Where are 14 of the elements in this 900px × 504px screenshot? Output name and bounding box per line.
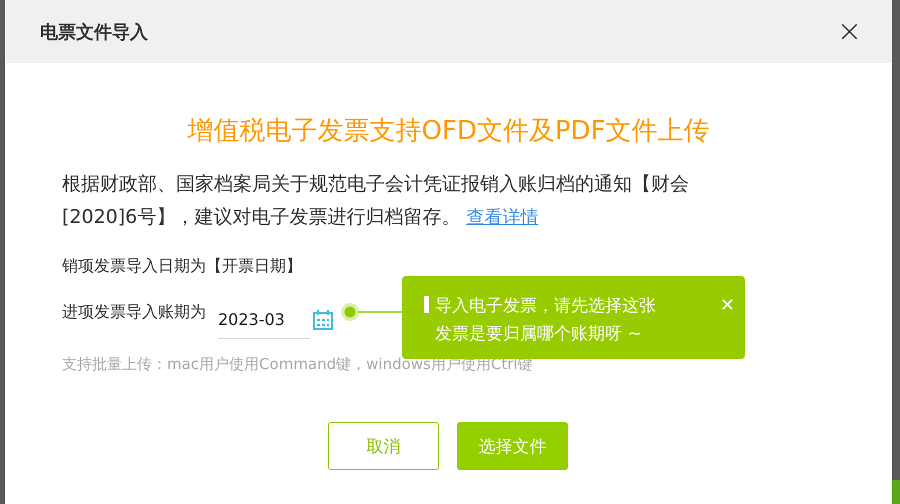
close-button[interactable]: ✕: [720, 294, 735, 316]
cancel-button[interactable]: 取消: [328, 422, 439, 470]
calendar-icon[interactable]: [312, 309, 334, 331]
sales-date-label: 销项发票导入日期为【开票日期】: [62, 256, 303, 277]
period-label: 进项发票导入账期为: [62, 302, 206, 322]
notice-text: 根据财政部、国家档案局关于规范电子会计凭证报销入账归档的通知【财会[2020]6号】，建议对电子发票进行归档留存。 查看详情: [62, 172, 690, 230]
marker-bar: [424, 296, 429, 312]
close-button[interactable]: ×: [836, 16, 862, 46]
details-link[interactable]: 查看详情: [466, 207, 538, 228]
period-field[interactable]: 2023-03: [218, 301, 310, 339]
tooltip-text: 导入电子发票，请先选择这张发票是要归属哪个账期呀 ~: [435, 294, 657, 346]
headline: 增值税电子发票支持OFD文件及PDF文件上传: [186, 115, 711, 148]
dialog-title: 电票文件导入: [40, 20, 148, 44]
select-file-button[interactable]: 选择文件: [457, 422, 568, 470]
